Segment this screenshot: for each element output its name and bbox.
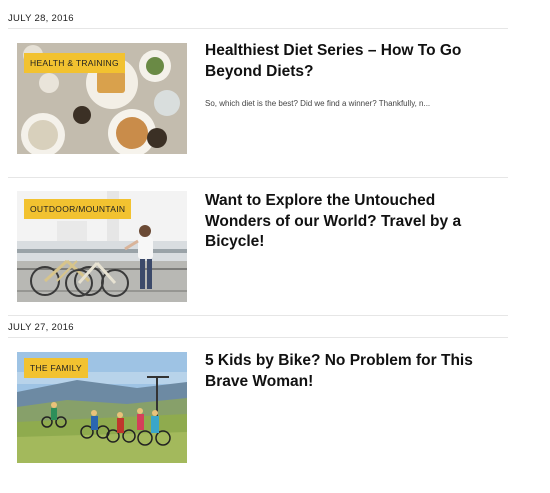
date-heading: JULY 27, 2016 xyxy=(8,322,74,333)
date-heading: JULY 28, 2016 xyxy=(8,13,74,24)
divider xyxy=(8,28,508,29)
post-excerpt: So, which diet is the best? Did we find … xyxy=(205,99,431,108)
post-thumbnail[interactable]: THE FAMILY xyxy=(17,352,187,463)
category-tag[interactable]: OUTDOOR/MOUNTAIN xyxy=(24,199,132,219)
post-card: OUTDOOR/MOUNTAIN Want to Explore the Unt… xyxy=(17,191,512,302)
category-tag[interactable]: HEALTH & TRAINING xyxy=(24,53,125,73)
post-title-link[interactable]: Want to Explore the Untouched Wonders of… xyxy=(205,191,485,253)
post-title-link[interactable]: Healthiest Diet Series – How To Go Beyon… xyxy=(205,41,485,82)
post-card: HEALTH & TRAINING Healthiest Diet Series… xyxy=(17,41,512,154)
category-tag[interactable]: THE FAMILY xyxy=(24,358,88,378)
divider xyxy=(8,315,508,316)
divider xyxy=(8,337,508,338)
divider xyxy=(8,177,508,178)
post-card: THE FAMILY 5 Kids by Bike? No Problem fo… xyxy=(17,352,512,463)
post-title-link[interactable]: 5 Kids by Bike? No Problem for This Brav… xyxy=(205,351,485,392)
post-thumbnail[interactable]: HEALTH & TRAINING xyxy=(17,43,187,154)
post-thumbnail[interactable]: OUTDOOR/MOUNTAIN xyxy=(17,191,187,302)
